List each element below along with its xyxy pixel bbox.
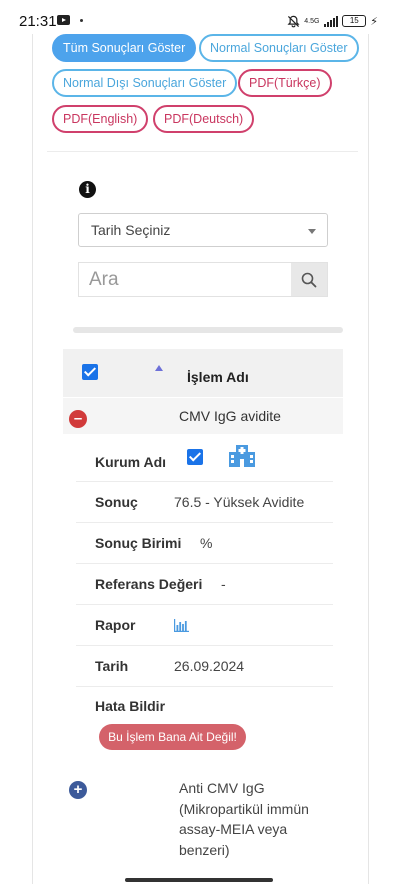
network-type: 4.5G [304, 17, 320, 25]
date-select-value: Tarih Seçiniz [91, 222, 171, 238]
sort-ascending-icon[interactable] [155, 365, 163, 371]
not-my-operation-button[interactable]: Bu İşlem Bana Ait Değil! [99, 724, 246, 750]
reference-value: - [221, 576, 226, 592]
detail-report: Rapor [76, 605, 333, 646]
operation-name[interactable]: Anti CMV IgG (Mikropartikül immün assay-… [179, 778, 339, 860]
report-error-label: Hata Bildir [95, 698, 166, 714]
date-select[interactable]: Tarih Seçiniz [78, 213, 328, 247]
show-all-results-button[interactable]: Tüm Sonuçları Göster [52, 34, 197, 62]
date-value: 26.09.2024 [174, 658, 245, 674]
detail-date: Tarih 26.09.2024 [76, 646, 333, 687]
horizontal-scrollbar[interactable] [73, 327, 343, 333]
muted-bell-icon [287, 15, 300, 27]
search-button[interactable] [291, 263, 327, 296]
table-row[interactable]: – CMV IgG avidite [63, 398, 343, 434]
expand-row-icon[interactable]: + [69, 781, 87, 799]
search-icon [301, 272, 317, 288]
reference-label: Referans Değeri [95, 576, 203, 592]
hospital-icon[interactable] [228, 443, 256, 469]
system-icons: 4.5G 15 ⚡ [287, 12, 378, 30]
charging-icon: ⚡ [370, 15, 378, 28]
unit-value: % [200, 535, 213, 551]
youtube-notification-icon [57, 15, 70, 25]
more-notifications-dot [80, 19, 83, 22]
battery-icon: 15 [342, 15, 367, 27]
home-indicator[interactable] [125, 878, 273, 882]
unit-label: Sonuç Birimi [95, 535, 182, 551]
show-normal-results-button[interactable]: Normal Sonuçları Göster [199, 34, 359, 62]
bar-chart-icon[interactable] [174, 619, 189, 632]
detail-reference: Referans Değeri - [76, 564, 333, 605]
institution-label: Kurum Adı [95, 454, 167, 470]
signal-icon [324, 15, 339, 27]
report-label: Rapor [95, 617, 136, 633]
detail-result: Sonuç 76.5 - Yüksek Avidite [76, 482, 333, 523]
pdf-turkish-button[interactable]: PDF(Türkçe) [238, 69, 332, 97]
table-header: İşlem Adı [63, 349, 343, 397]
institution-checkbox[interactable] [187, 449, 203, 465]
date-label: Tarih [95, 658, 129, 674]
info-icon[interactable]: i [79, 181, 96, 198]
pdf-german-button[interactable]: PDF(Deutsch) [153, 105, 255, 133]
clock: 21:31 [19, 13, 57, 30]
operation-name: CMV IgG avidite [179, 408, 281, 424]
pdf-english-button[interactable]: PDF(English) [52, 105, 149, 133]
detail-institution: Kurum Adı [76, 435, 333, 482]
search-box [78, 262, 328, 297]
show-abnormal-results-button[interactable]: Normal Dışı Sonuçları Göster [52, 69, 238, 97]
caret-down-icon [308, 229, 316, 234]
result-value: 76.5 - Yüksek Avidite [174, 494, 305, 510]
status-bar: 21:31 4.5G 15 ⚡ [0, 0, 400, 34]
divider [47, 151, 358, 152]
detail-unit: Sonuç Birimi % [76, 523, 333, 564]
column-header-operation-name[interactable]: İşlem Adı [187, 369, 249, 385]
select-all-checkbox[interactable] [82, 364, 98, 380]
search-input[interactable] [79, 263, 292, 296]
collapse-row-icon[interactable]: – [69, 410, 87, 428]
result-label: Sonuç [95, 494, 138, 510]
